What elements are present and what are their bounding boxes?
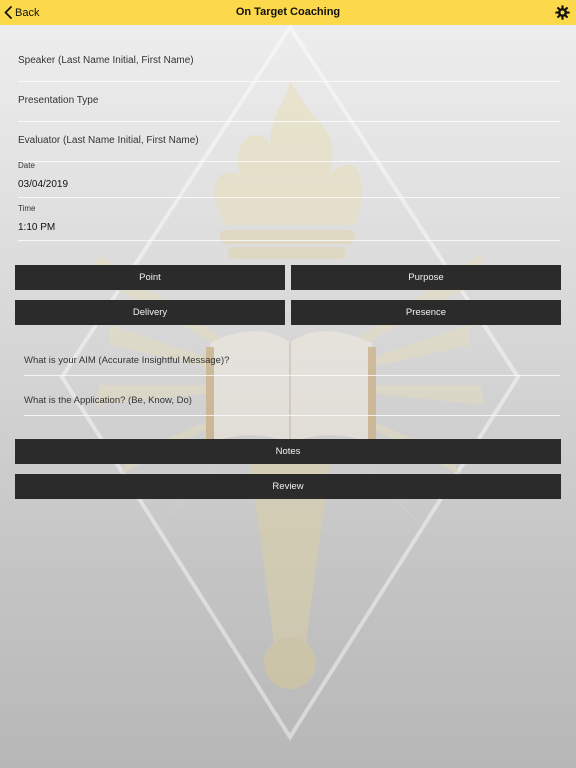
presentation-type-placeholder: Presentation Type xyxy=(18,95,99,106)
purpose-button[interactable]: Purpose xyxy=(291,265,561,290)
page-title: On Target Coaching xyxy=(235,6,341,18)
navigation-bar: Back On Target Coaching xyxy=(0,0,576,25)
aim-placeholder: What is your AIM (Accurate Insightful Me… xyxy=(24,355,230,366)
delivery-button[interactable]: Delivery xyxy=(15,300,285,325)
form-content: Speaker (Last Name Initial, First Name) … xyxy=(0,25,576,768)
point-button[interactable]: Point xyxy=(15,265,285,290)
notes-button[interactable]: Notes xyxy=(15,439,561,464)
back-button[interactable]: Back xyxy=(4,0,39,25)
time-label: Time xyxy=(18,204,36,213)
presentation-type-field[interactable]: Presentation Type xyxy=(18,83,560,122)
application-field[interactable]: What is the Application? (Be, Know, Do) xyxy=(24,385,560,416)
date-value: 03/04/2019 xyxy=(18,179,69,190)
review-button[interactable]: Review xyxy=(15,474,561,499)
date-label: Date xyxy=(18,161,35,170)
evaluator-placeholder: Evaluator (Last Name Initial, First Name… xyxy=(18,135,199,146)
aim-field[interactable]: What is your AIM (Accurate Insightful Me… xyxy=(24,345,560,376)
time-value: 1:10 PM xyxy=(18,222,56,233)
date-field[interactable]: Date 03/04/2019 xyxy=(18,159,560,198)
back-button-label: Back xyxy=(15,6,40,19)
time-field[interactable]: Time 1:10 PM xyxy=(18,202,560,241)
speaker-field[interactable]: Speaker (Last Name Initial, First Name) xyxy=(18,43,560,82)
presence-button[interactable]: Presence xyxy=(291,300,561,325)
speaker-placeholder: Speaker (Last Name Initial, First Name) xyxy=(18,55,194,66)
application-placeholder: What is the Application? (Be, Know, Do) xyxy=(24,395,192,406)
chevron-left-icon xyxy=(4,6,12,19)
gear-icon[interactable] xyxy=(555,5,570,20)
evaluator-field[interactable]: Evaluator (Last Name Initial, First Name… xyxy=(18,123,560,162)
